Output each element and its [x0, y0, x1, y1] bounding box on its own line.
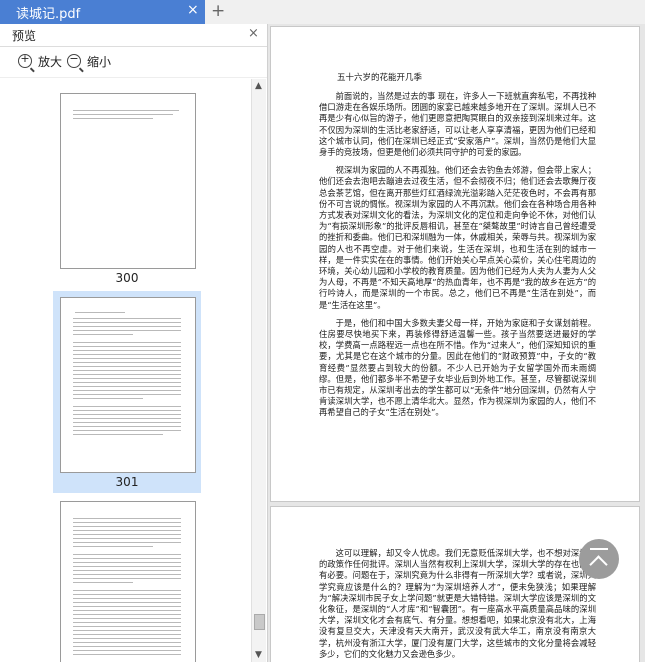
thumbnail-page-image: [60, 93, 196, 269]
sidebar-toolbar: + 放大 − 缩小: [0, 47, 267, 78]
scroll-down-icon[interactable]: ▼: [255, 650, 262, 660]
thumbnail-item-selected[interactable]: 301: [53, 291, 201, 493]
zoom-out-icon: −: [67, 52, 81, 68]
zoom-in-label: 放大: [38, 55, 63, 69]
scrollbar-thumb[interactable]: [254, 614, 265, 630]
sidebar-title: 预览: [12, 29, 37, 43]
zoom-out-button[interactable]: − 缩小: [67, 52, 112, 73]
chapter-title: 五十六岁的花能开几季: [337, 73, 423, 83]
paragraph: 这可以理解，却又令人忧虑。我们无意贬低深圳大学，也不想对深圳市的政策作任何批评。…: [319, 548, 596, 659]
paragraph: 前面说的，当然是过去的事 现在，许多人一下班就直奔私宅，不再找种借口游走在各娱乐…: [319, 91, 596, 158]
thumbnail-page-number: 301: [115, 475, 139, 489]
zoom-out-label: 缩小: [87, 55, 112, 69]
thumbnail-scrollbar[interactable]: ▲ ▼: [251, 79, 266, 662]
thumbnail-item[interactable]: 300: [53, 85, 201, 291]
paragraph: 于是，他们和中国大多数夫妻父母一样，开始为家庭和子女谋划前程。住房要尽快地买下来…: [319, 317, 596, 418]
sidebar-close-icon[interactable]: ×: [248, 26, 259, 41]
thumbnail-item[interactable]: [53, 495, 201, 662]
document-tab[interactable]: 读城记.pdf ×: [0, 0, 205, 24]
thumbnail-list: 300 301: [0, 79, 251, 662]
zoom-in-icon: +: [18, 52, 32, 68]
scroll-up-icon[interactable]: ▲: [255, 81, 262, 91]
sidebar-header: 预览 ×: [0, 24, 267, 47]
zoom-in-button[interactable]: + 放大: [18, 52, 63, 73]
back-to-top-icon[interactable]: [579, 539, 619, 579]
page-body: 前面说的，当然是过去的事 现在，许多人一下班就直奔私宅，不再找种借口游走在各娱乐…: [319, 91, 596, 426]
preview-sidebar: 预览 × + 放大 − 缩小 300 301: [0, 24, 268, 662]
page-body: 这可以理解，却又令人忧虑。我们无意贬低深圳大学，也不想对深圳市的政策作任何批评。…: [319, 548, 596, 662]
paragraph: 视深圳为家园的人不再孤独。他们还会去钓鱼去郊游，但会带上家人；他们还会去泡吧去蹦…: [319, 165, 596, 310]
new-tab-plus-icon[interactable]: +: [211, 1, 225, 21]
tab-bar: 读城记.pdf × +: [0, 0, 645, 24]
tab-title: 读城记.pdf: [16, 7, 81, 22]
thumbnail-page-image: [60, 297, 196, 473]
tab-close-icon[interactable]: ×: [187, 2, 199, 18]
document-page: 五十六岁的花能开几季 前面说的，当然是过去的事 现在，许多人一下班就直奔私宅，不…: [270, 26, 640, 502]
thumbnail-page-number: 300: [115, 271, 139, 285]
thumbnail-page-image: [60, 501, 196, 662]
document-viewer[interactable]: 五十六岁的花能开几季 前面说的，当然是过去的事 现在，许多人一下班就直奔私宅，不…: [268, 24, 645, 662]
document-page: 这可以理解，却又令人忧虑。我们无意贬低深圳大学，也不想对深圳市的政策作任何批评。…: [270, 506, 640, 662]
